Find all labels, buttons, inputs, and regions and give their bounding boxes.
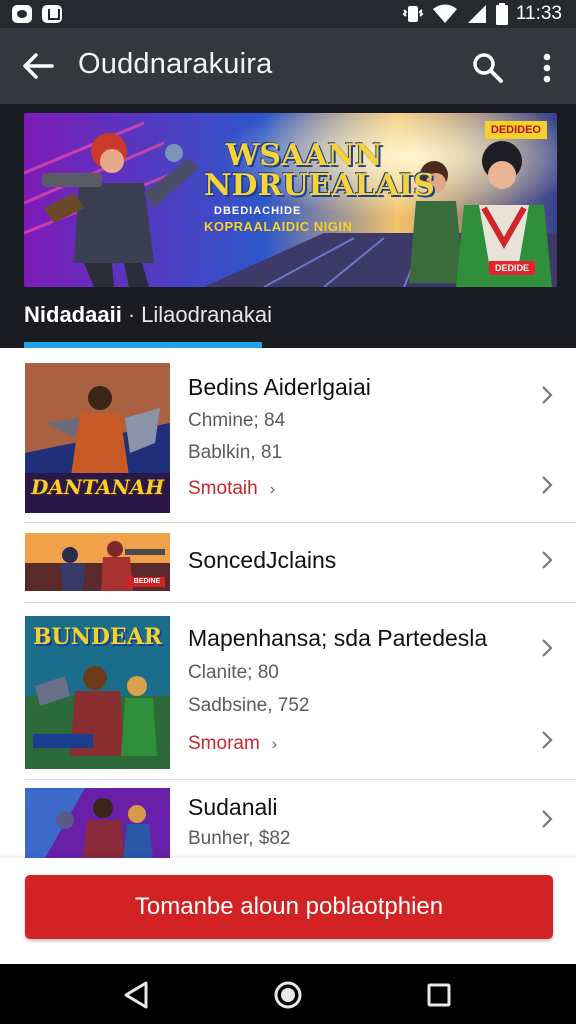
arrow-left-icon[interactable]: [18, 48, 58, 84]
list-item[interactable]: Sudanali Bunher, $82: [0, 780, 576, 858]
chevron-right-icon[interactable]: [538, 474, 556, 496]
nav-home-icon[interactable]: [271, 978, 305, 1012]
list-item[interactable]: DANTANAH Bedins Aiderlgaiai Chmine; 84 B…: [0, 348, 576, 522]
primary-action-button[interactable]: Tomanbe aloun poblaotphien: [25, 875, 553, 939]
chevron-right-icon[interactable]: [538, 384, 556, 406]
vibrate-icon: [402, 6, 424, 22]
thumbnail-label: DANTANAH: [31, 475, 165, 499]
item-price: Smotaih ›: [188, 478, 276, 499]
tab-active[interactable]: Nidadaaii: [24, 302, 122, 327]
game-thumbnail: DANTANAH: [25, 363, 170, 513]
signal-icon: [467, 5, 486, 23]
app-notification-icon: [42, 5, 62, 23]
system-nav-bar: [0, 964, 576, 1024]
thumbnail-label: BEDINE: [133, 578, 161, 585]
page-title: Ouddnarakuira: [78, 48, 273, 80]
item-price: Smoram ›: [188, 733, 278, 754]
more-vert-icon[interactable]: [533, 48, 561, 88]
tab-separator: ·: [127, 302, 136, 327]
wifi-icon: [432, 4, 457, 23]
chevron-right-icon[interactable]: [538, 729, 556, 751]
game-thumbnail: BUNDEAR: [25, 616, 170, 769]
app-bar: Ouddnarakuira: [0, 28, 576, 104]
item-title: Mapenhansa; sda Partedesla: [188, 625, 488, 651]
app-notification-icon: [12, 5, 32, 23]
banner-title: WSAANN NDRUEALAIS: [204, 138, 435, 203]
list-item[interactable]: BEDINE SoncedJclains: [0, 523, 576, 602]
featured-banner[interactable]: DEDIDEO WSAANN NDRUEALAIS DBEDIACHIDE KO…: [24, 113, 557, 287]
item-stat: Bunher, $82: [188, 828, 291, 849]
nav-back-icon[interactable]: [120, 978, 154, 1012]
banner-subtitle: KOPRAALAIDIC NIGIN: [204, 219, 353, 234]
chevron-right-icon[interactable]: [538, 549, 556, 571]
status-bar: 11:33: [0, 0, 576, 28]
banner-tag: DEDIDEO: [484, 121, 547, 139]
item-title: SoncedJclains: [188, 547, 337, 573]
item-stat: Chmine; 84: [188, 410, 286, 431]
game-thumbnail: [25, 788, 170, 858]
tab-bar: Nidadaaii · Lilaodranakai: [24, 302, 272, 328]
battery-icon: [495, 3, 508, 25]
item-stat: Bablkin, 81: [188, 442, 283, 463]
item-title: Sudanali: [188, 794, 278, 820]
status-time: 11:33: [515, 3, 562, 24]
search-icon[interactable]: [470, 50, 506, 86]
list-item[interactable]: BUNDEAR Mapenhansa; sda Partedesla Clani…: [0, 603, 576, 779]
item-stat: Sadbsine, 752: [188, 695, 310, 716]
chevron-right-icon[interactable]: [538, 637, 556, 659]
thumbnail-label: BUNDEAR: [32, 624, 163, 650]
item-title: Bedins Aiderlgaiai: [188, 374, 371, 400]
footer-bar: Tomanbe aloun poblaotphien: [0, 858, 576, 964]
tab-other[interactable]: Lilaodranakai: [141, 302, 272, 327]
item-stat: Clanite; 80: [188, 662, 279, 683]
nav-recents-icon[interactable]: [422, 978, 456, 1012]
banner-subtitle: DBEDIACHIDE: [214, 205, 302, 217]
game-thumbnail: BEDINE: [25, 533, 170, 591]
hero-header: DEDIDEO WSAANN NDRUEALAIS DBEDIACHIDE KO…: [0, 104, 576, 348]
chevron-right-icon[interactable]: [538, 808, 556, 830]
banner-badge: DEDIDE: [488, 261, 535, 275]
